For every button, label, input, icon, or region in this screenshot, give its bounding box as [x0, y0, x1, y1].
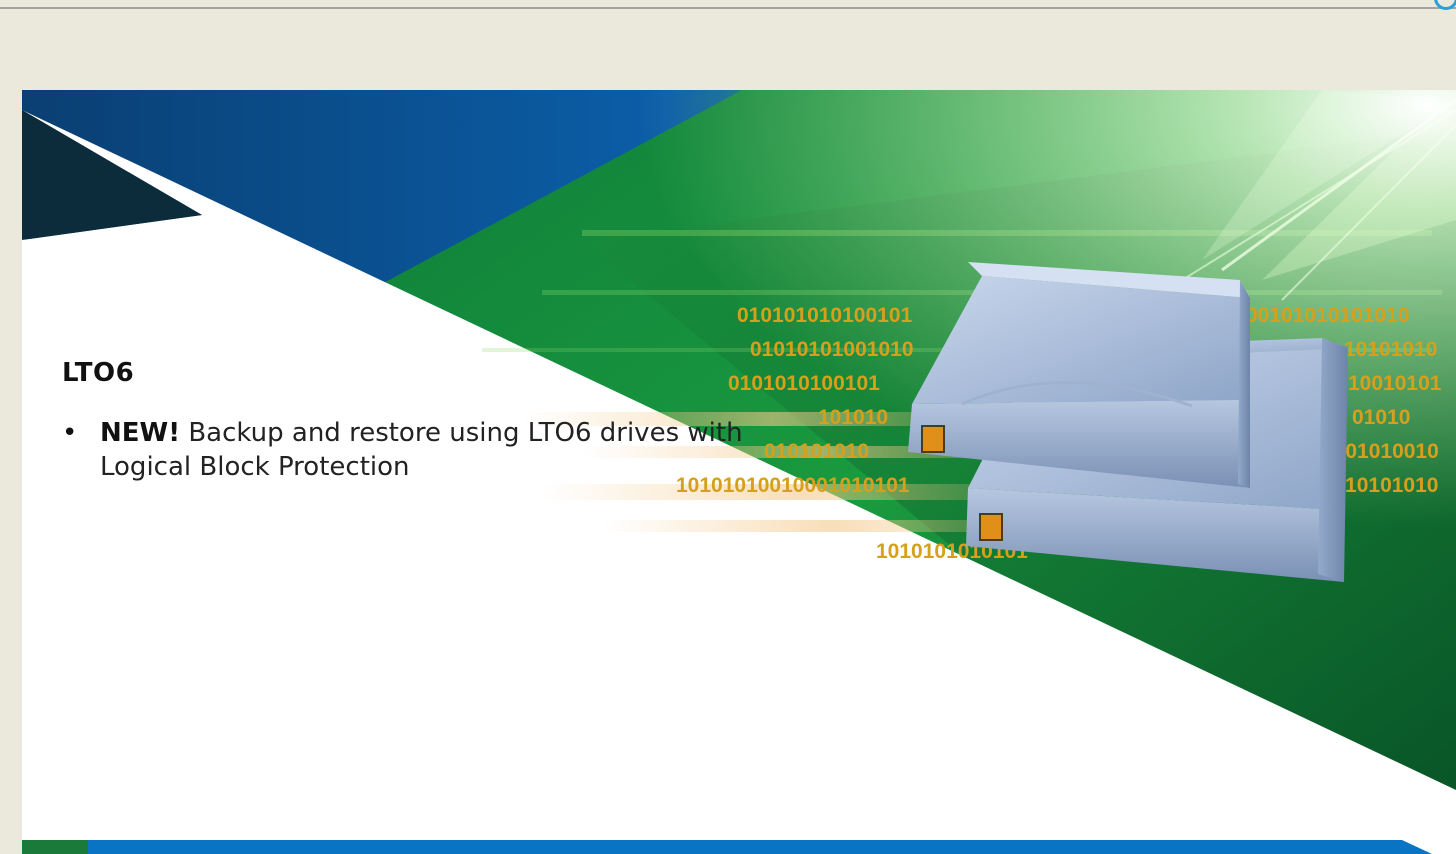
binary-row: 10101010	[1344, 338, 1437, 361]
feature-text: Backup and restore using LTO6 drives wit…	[100, 418, 743, 482]
lto6-banner: 010101010100101 01010101001010 010101010…	[22, 90, 1456, 854]
binary-row: 010101010100101	[737, 304, 913, 327]
feature-list: • NEW! Backup and restore using LTO6 dri…	[62, 416, 822, 484]
bottom-bar	[22, 840, 1456, 854]
banner-title: LTO6	[62, 358, 135, 388]
binary-row: 01010101001010	[750, 338, 914, 361]
binary-row: 01010	[1352, 406, 1410, 429]
bullet-icon: •	[62, 418, 78, 448]
new-badge: NEW!	[100, 418, 181, 448]
list-item: • NEW! Backup and restore using LTO6 dri…	[62, 416, 822, 484]
app-window: 010101010100101 01010101001010 010101010…	[0, 0, 1456, 854]
binary-row: 101010	[818, 406, 888, 429]
binary-row: 10010101	[1348, 372, 1442, 395]
binary-row: 0101010100101	[728, 372, 880, 395]
top-divider	[0, 7, 1456, 9]
binary-row: 00101010101010	[1246, 304, 1410, 327]
